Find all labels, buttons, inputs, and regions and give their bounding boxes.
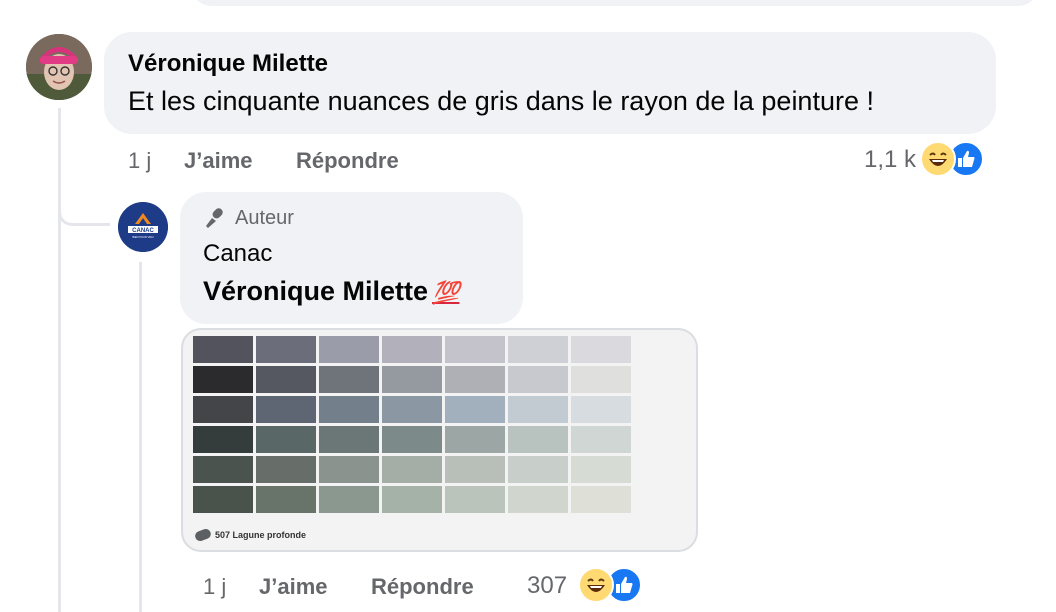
- paint-swatch: [445, 426, 505, 453]
- reply-text: Véronique Milette 💯: [203, 276, 459, 307]
- paint-swatch: [508, 336, 568, 363]
- reaction-count[interactable]: 1,1 k: [864, 146, 916, 174]
- paint-swatch: [382, 396, 442, 423]
- comment-bubble: [104, 32, 996, 134]
- mention-link[interactable]: Véronique Milette: [203, 276, 428, 306]
- canac-logo: CANAC BIEN POUR VRAI: [118, 202, 168, 252]
- paint-swatch: [319, 456, 379, 483]
- paint-swatch: [193, 426, 253, 453]
- paint-swatch: [256, 336, 316, 363]
- paint-swatch: [193, 396, 253, 423]
- paint-swatch: [256, 456, 316, 483]
- reply-thread-line: [139, 262, 142, 612]
- haha-reaction-icon: [578, 567, 614, 603]
- paint-swatch: [508, 396, 568, 423]
- paint-swatch: [571, 426, 631, 453]
- paint-swatch: [256, 366, 316, 393]
- user-photo-icon: [26, 34, 92, 100]
- paint-swatch: [382, 486, 442, 513]
- like-button[interactable]: J’aime: [184, 148, 253, 174]
- reactions[interactable]: [920, 141, 984, 177]
- thread-line: [58, 108, 61, 612]
- image-caption: 507 Lagune profonde: [193, 527, 306, 543]
- paint-swatch: [445, 456, 505, 483]
- paint-swatch: [193, 336, 253, 363]
- attached-image[interactable]: 507 Lagune profonde: [181, 328, 698, 552]
- author-badge-label: Auteur: [235, 206, 294, 229]
- paint-swatch: [193, 366, 253, 393]
- paint-swatch: [508, 366, 568, 393]
- paint-swatch: [319, 336, 379, 363]
- svg-text:BIEN POUR VRAI: BIEN POUR VRAI: [132, 235, 153, 239]
- paint-swatch: [445, 366, 505, 393]
- reactions[interactable]: [578, 567, 642, 603]
- paint-swatch: [319, 366, 379, 393]
- paint-swatch: [382, 426, 442, 453]
- comment-time[interactable]: 1 j: [128, 148, 151, 174]
- paint-swatch: [256, 396, 316, 423]
- author-badge: Auteur: [203, 206, 294, 230]
- paint-swatch: [319, 426, 379, 453]
- paint-chip-icon: [193, 527, 213, 543]
- paint-swatch: [571, 336, 631, 363]
- paint-swatch: [445, 486, 505, 513]
- reply-author[interactable]: Canac: [203, 240, 272, 268]
- paint-swatch: [508, 486, 568, 513]
- paint-swatch: [445, 336, 505, 363]
- paint-swatch: [193, 486, 253, 513]
- paint-swatch: [319, 396, 379, 423]
- thread-branch: [58, 208, 110, 226]
- paint-swatch: [571, 456, 631, 483]
- svg-text:CANAC: CANAC: [132, 228, 154, 234]
- paint-swatch: [193, 456, 253, 483]
- paint-swatch: [256, 426, 316, 453]
- paint-swatch: [571, 366, 631, 393]
- paint-swatch: [382, 366, 442, 393]
- paint-swatch: [319, 486, 379, 513]
- comment-text: Et les cinquante nuances de gris dans le…: [128, 86, 874, 116]
- paint-swatch: [445, 396, 505, 423]
- avatar[interactable]: [26, 34, 92, 100]
- reply-time[interactable]: 1 j: [203, 574, 226, 600]
- reply-button[interactable]: Répondre: [296, 148, 399, 174]
- comment-author[interactable]: Véronique Milette: [128, 50, 328, 78]
- paint-swatch: [382, 456, 442, 483]
- previous-comment-bubble: [190, 0, 1040, 6]
- like-button[interactable]: J’aime: [259, 574, 328, 600]
- avatar[interactable]: CANAC BIEN POUR VRAI: [118, 202, 168, 252]
- paint-swatch: [508, 426, 568, 453]
- reaction-count[interactable]: 307: [527, 572, 567, 600]
- paint-swatch: [382, 336, 442, 363]
- paint-swatch-grid: [193, 336, 631, 513]
- paint-swatch: [571, 486, 631, 513]
- reply-button[interactable]: Répondre: [371, 574, 474, 600]
- microphone-icon: [206, 208, 223, 228]
- hundred-emoji-icon: 💯: [432, 280, 460, 305]
- haha-reaction-icon: [920, 141, 956, 177]
- paint-swatch: [571, 396, 631, 423]
- paint-swatch: [256, 486, 316, 513]
- paint-swatch: [508, 456, 568, 483]
